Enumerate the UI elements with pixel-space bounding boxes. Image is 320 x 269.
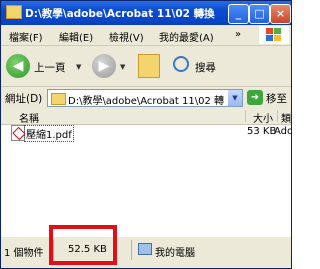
column-name[interactable]: 名稱 xyxy=(19,110,39,125)
file-size: 53 KB xyxy=(247,126,277,137)
column-divider[interactable] xyxy=(277,110,278,122)
folder-icon xyxy=(51,93,66,105)
pdf-file-icon xyxy=(11,125,26,141)
menu-view[interactable]: 檢視(V) xyxy=(109,29,144,44)
address-bar: 網址(D) D:\教學\adobe\Acrobat 11\02 轉 ▼ ➜ 移至 xyxy=(1,87,291,110)
toolbar: ◀ 上一頁 ▼ ▶ ▼ 搜尋 xyxy=(1,46,291,87)
status-object-count: 1 個物件 xyxy=(4,248,44,259)
forward-dropdown-icon[interactable]: ▼ xyxy=(120,63,125,71)
column-size[interactable]: 大小 xyxy=(253,110,273,125)
windows-logo-icon xyxy=(259,26,289,44)
search-icon[interactable] xyxy=(173,56,189,72)
explorer-window: D:\教學\adobe\Acrobat 11\02 轉換... _ □ × 檔案… xyxy=(0,0,292,269)
back-button[interactable]: 上一頁 xyxy=(34,60,66,75)
file-name[interactable]: 壓縮1.pdf xyxy=(24,125,74,142)
minimize-button[interactable]: _ xyxy=(228,4,249,24)
back-arrow-icon[interactable]: ◀ xyxy=(6,54,30,78)
title-bar[interactable]: D:\教學\adobe\Acrobat 11\02 轉換... _ □ × xyxy=(1,1,291,25)
menu-file[interactable]: 檔案(F) xyxy=(9,29,43,44)
address-label: 網址(D) xyxy=(5,93,43,105)
back-dropdown-icon[interactable]: ▼ xyxy=(76,63,81,71)
status-location: 我的電腦 xyxy=(155,248,195,259)
go-arrow-icon[interactable]: ➜ xyxy=(247,90,263,105)
menu-favorites[interactable]: 我的最愛(A) xyxy=(159,29,214,44)
folder-up-icon[interactable] xyxy=(138,54,160,78)
address-path[interactable]: D:\教學\adobe\Acrobat 11\02 轉 xyxy=(68,92,224,106)
menu-overflow[interactable]: » xyxy=(235,29,241,40)
column-divider[interactable] xyxy=(245,110,246,122)
column-type[interactable]: 類型 xyxy=(281,110,291,125)
file-type: Adob xyxy=(274,126,291,137)
file-row[interactable]: 壓縮1.pdf 53 KB Adob xyxy=(1,124,291,142)
close-button[interactable]: × xyxy=(270,4,291,24)
maximize-button[interactable]: □ xyxy=(249,4,270,24)
go-button[interactable]: 移至 xyxy=(266,91,287,106)
status-divider xyxy=(131,240,132,260)
forward-arrow-icon[interactable]: ▶ xyxy=(92,54,116,78)
window-title: D:\教學\adobe\Acrobat 11\02 轉換... xyxy=(25,8,215,20)
status-bar: 1 個物件 52.5 KB 我的電腦 xyxy=(1,236,291,268)
red-highlight-box xyxy=(49,225,117,265)
folder-icon xyxy=(6,5,22,19)
computer-icon xyxy=(138,243,152,255)
address-dropdown-icon[interactable]: ▼ xyxy=(228,90,242,106)
file-list[interactable]: 名稱 大小 類型 壓縮1.pdf 53 KB Adob xyxy=(1,109,291,236)
search-button[interactable]: 搜尋 xyxy=(195,60,216,75)
menu-bar: 檔案(F) 編輯(E) 檢視(V) 我的最愛(A) » xyxy=(1,25,291,46)
menu-edit[interactable]: 編輯(E) xyxy=(59,29,93,44)
address-field[interactable]: D:\教學\adobe\Acrobat 11\02 轉 ▼ xyxy=(47,89,243,107)
column-header: 名稱 大小 類型 xyxy=(1,109,291,125)
